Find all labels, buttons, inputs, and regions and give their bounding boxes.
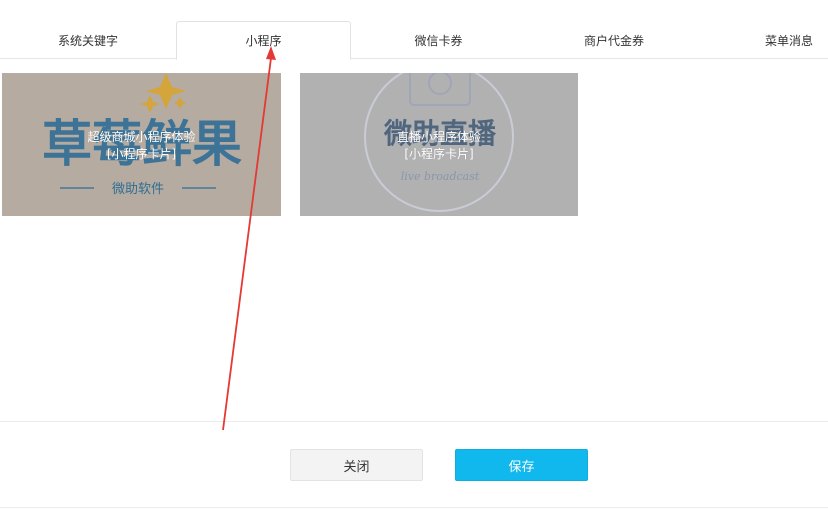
card-thumbnail-subtext: live broadcast (401, 170, 480, 183)
card-thumbnail-subtext: 微助软件 (112, 182, 164, 197)
tab-label: 微信卡券 (414, 33, 463, 48)
card-title: 直播小程序体验 (396, 130, 481, 144)
card-title: 超级商城小程序体验 (87, 130, 196, 144)
tab-merchant-voucher[interactable]: 商户代金券 (526, 21, 702, 59)
save-button[interactable]: 保存 (455, 449, 588, 481)
footer-bottom-divider (0, 507, 828, 508)
card-caption: 直播小程序体验 [小程序卡片] (300, 129, 578, 163)
mini-program-card[interactable]: 草莓鲜果 微助软件 超级商城小程序体验 [小程序卡片] (2, 73, 281, 216)
tab-label: 系统关键字 (57, 33, 118, 48)
camera-icon (409, 73, 471, 106)
footer-divider (0, 421, 828, 422)
tab-wechat-card[interactable]: 微信卡券 (351, 21, 526, 59)
tab-label: 小程序 (245, 34, 282, 48)
mini-program-card[interactable]: 微助直播 live broadcast 直播小程序体验 [小程序卡片] (300, 73, 578, 216)
tab-mini-program[interactable]: 小程序 (176, 21, 351, 60)
sparkle-icon (174, 97, 186, 109)
card-caption: 超级商城小程序体验 [小程序卡片] (2, 129, 281, 163)
tab-label: 商户代金券 (583, 33, 644, 48)
card-type-label: [小程序卡片] (106, 147, 177, 161)
tab-label: 菜单消息 (764, 33, 813, 48)
tab-bar: 系统关键字 小程序 微信卡券 商户代金券 菜单消息 (0, 0, 828, 60)
sparkle-icon (140, 95, 160, 113)
card-type-label: [小程序卡片] (404, 147, 474, 161)
tab-system-keywords[interactable]: 系统关键字 (0, 21, 176, 59)
tab-menu-message[interactable]: 菜单消息 (702, 21, 828, 59)
close-button[interactable]: 关闭 (290, 449, 423, 481)
